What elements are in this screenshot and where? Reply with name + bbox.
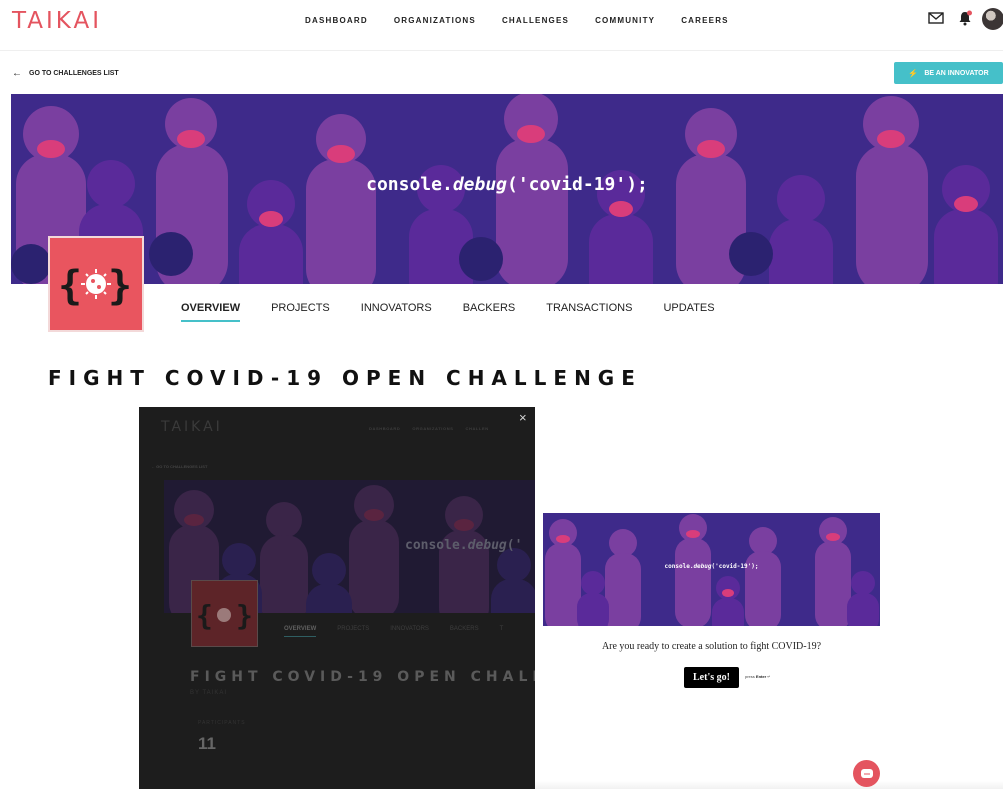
tab-updates[interactable]: UPDATES: [663, 302, 714, 322]
tab-overview[interactable]: OVERVIEW: [181, 302, 241, 322]
nav-organizations[interactable]: ORGANIZATIONS: [394, 16, 476, 25]
arrow-left-icon: ←: [12, 68, 22, 79]
lightning-icon: ⚡: [908, 68, 919, 78]
back-to-challenges-link[interactable]: ← GO TO CHALLENGES LIST: [12, 68, 119, 79]
preview-challenge-logo: { }: [191, 580, 258, 647]
preview-byline: BY TAIKAI: [190, 690, 228, 696]
challenge-banner: console.debug('covid-19');: [11, 94, 1003, 284]
page-title: FIGHT COVID-19 OPEN CHALLENGE: [48, 366, 642, 390]
nav-careers[interactable]: CAREERS: [681, 16, 729, 25]
chat-button[interactable]: [853, 760, 880, 787]
preview-stat-label: PARTICIPANTS: [198, 720, 246, 726]
preview-tab: BACKERS: [449, 626, 479, 632]
preview-title: FIGHT COVID-19 OPEN CHALLEN: [190, 669, 535, 685]
be-an-innovator-button[interactable]: ⚡ BE AN INNOVATOR: [894, 62, 1003, 84]
nav-challenges[interactable]: CHALLENGES: [502, 16, 569, 25]
chat-icon: [860, 768, 873, 778]
main-nav: DASHBOARD ORGANIZATIONS CHALLENGES COMMU…: [305, 16, 729, 25]
preview-nav-item: ORGANIZATIONS: [412, 426, 454, 431]
svg-text:}: }: [236, 599, 253, 632]
svg-text:{: {: [196, 599, 213, 632]
preview-tab: PROJECTS: [337, 626, 370, 632]
back-link-label: GO TO CHALLENGES LIST: [29, 70, 119, 77]
tab-backers[interactable]: BACKERS: [463, 302, 516, 322]
enter-key-icon: ↵: [767, 674, 771, 679]
virus-braces-icon: { }: [58, 263, 132, 309]
nav-community[interactable]: COMMUNITY: [595, 16, 655, 25]
tab-projects[interactable]: PROJECTS: [271, 302, 330, 322]
preview-banner-title: console.debug(': [405, 538, 523, 553]
innovator-button-label: BE AN INNOVATOR: [924, 69, 989, 77]
enter-hint: press Enter ↵: [745, 674, 771, 679]
mail-icon[interactable]: [928, 12, 944, 24]
preview-tab: OVERVIEW: [284, 626, 317, 637]
prompt-banner-title: console.debug('covid-19');: [664, 563, 759, 570]
prompt-banner-image: console.debug('covid-19');: [543, 513, 880, 626]
preview-logo: TAIKAI: [161, 419, 223, 435]
top-navigation: TAIKAI DASHBOARD ORGANIZATIONS CHALLENGE…: [0, 0, 1003, 51]
preview-tab: T: [499, 626, 504, 632]
tab-transactions[interactable]: TRANSACTIONS: [546, 302, 632, 322]
preview-stat-value: 11: [198, 734, 216, 753]
tab-innovators[interactable]: INNOVATORS: [361, 302, 432, 322]
preview-nav: DASHBOARD ORGANIZATIONS CHALLEN: [369, 426, 489, 431]
preview-nav-item: CHALLEN: [465, 426, 489, 431]
challenge-tabs: OVERVIEW PROJECTS INNOVATORS BACKERS TRA…: [181, 302, 715, 322]
taikai-logo[interactable]: TAIKAI: [12, 8, 102, 34]
bell-icon[interactable]: [958, 10, 972, 26]
lets-go-button[interactable]: Let's go!: [684, 667, 739, 688]
footer-shadow: [535, 781, 1003, 789]
banner-code-title: console.debug('covid-19');: [366, 174, 648, 195]
preview-back-link: ← GO TO CHALLENGES LIST: [151, 464, 208, 469]
nav-dashboard[interactable]: DASHBOARD: [305, 16, 368, 25]
prompt-question: Are you ready to create a solution to fi…: [601, 641, 822, 652]
page-preview: TAIKAI DASHBOARD ORGANIZATIONS CHALLEN ←…: [139, 407, 535, 789]
preview-tab: INNOVATORS: [390, 626, 429, 632]
svg-text:{: {: [58, 263, 82, 309]
preview-tabs: OVERVIEW PROJECTS INNOVATORS BACKERS T: [284, 626, 503, 637]
preview-nav-item: DASHBOARD: [369, 426, 401, 431]
user-avatar[interactable]: [982, 8, 1003, 30]
svg-text:}: }: [108, 263, 132, 309]
virus-braces-icon: { }: [196, 599, 253, 632]
challenge-logo: { }: [48, 236, 144, 332]
close-icon[interactable]: ×: [519, 410, 527, 425]
